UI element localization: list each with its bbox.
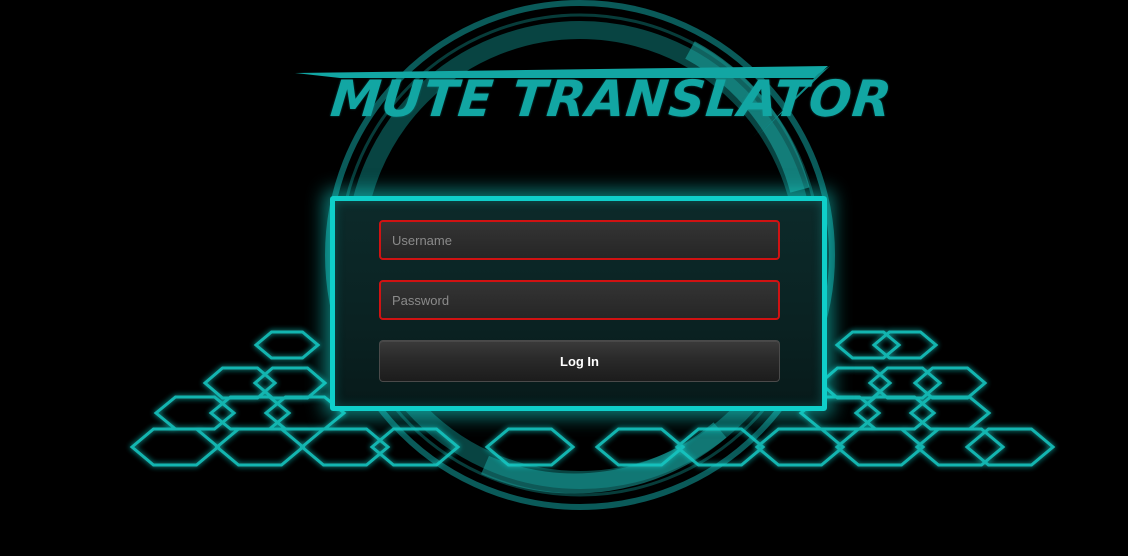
username-field[interactable] [379, 220, 780, 260]
hexagon-shape [299, 427, 391, 467]
hexagon-shape [484, 427, 576, 467]
hexagon-shape [964, 427, 1056, 467]
login-screen: MUTE TRANSLATOR Log In [0, 0, 1128, 556]
hexagon-shape [252, 366, 328, 400]
hexagon-shape [908, 395, 992, 431]
hexagon-shape [594, 427, 686, 467]
password-field[interactable] [379, 280, 780, 320]
hexagon-shape [834, 427, 926, 467]
hexagon-shape [754, 427, 846, 467]
hexagon-shape [214, 427, 306, 467]
hexagon-shape [914, 427, 1006, 467]
hexagon-shape [834, 330, 902, 360]
hexagon-shape [202, 366, 278, 400]
hexagon-shape [871, 330, 939, 360]
hexagon-shape [817, 366, 893, 400]
hexagon-shape [129, 427, 221, 467]
app-title-logo: MUTE TRANSLATOR [327, 70, 896, 128]
login-panel: Log In [330, 196, 827, 411]
hexagon-shape [912, 366, 988, 400]
login-button[interactable]: Log In [379, 340, 780, 382]
hexagon-shape [253, 330, 321, 360]
